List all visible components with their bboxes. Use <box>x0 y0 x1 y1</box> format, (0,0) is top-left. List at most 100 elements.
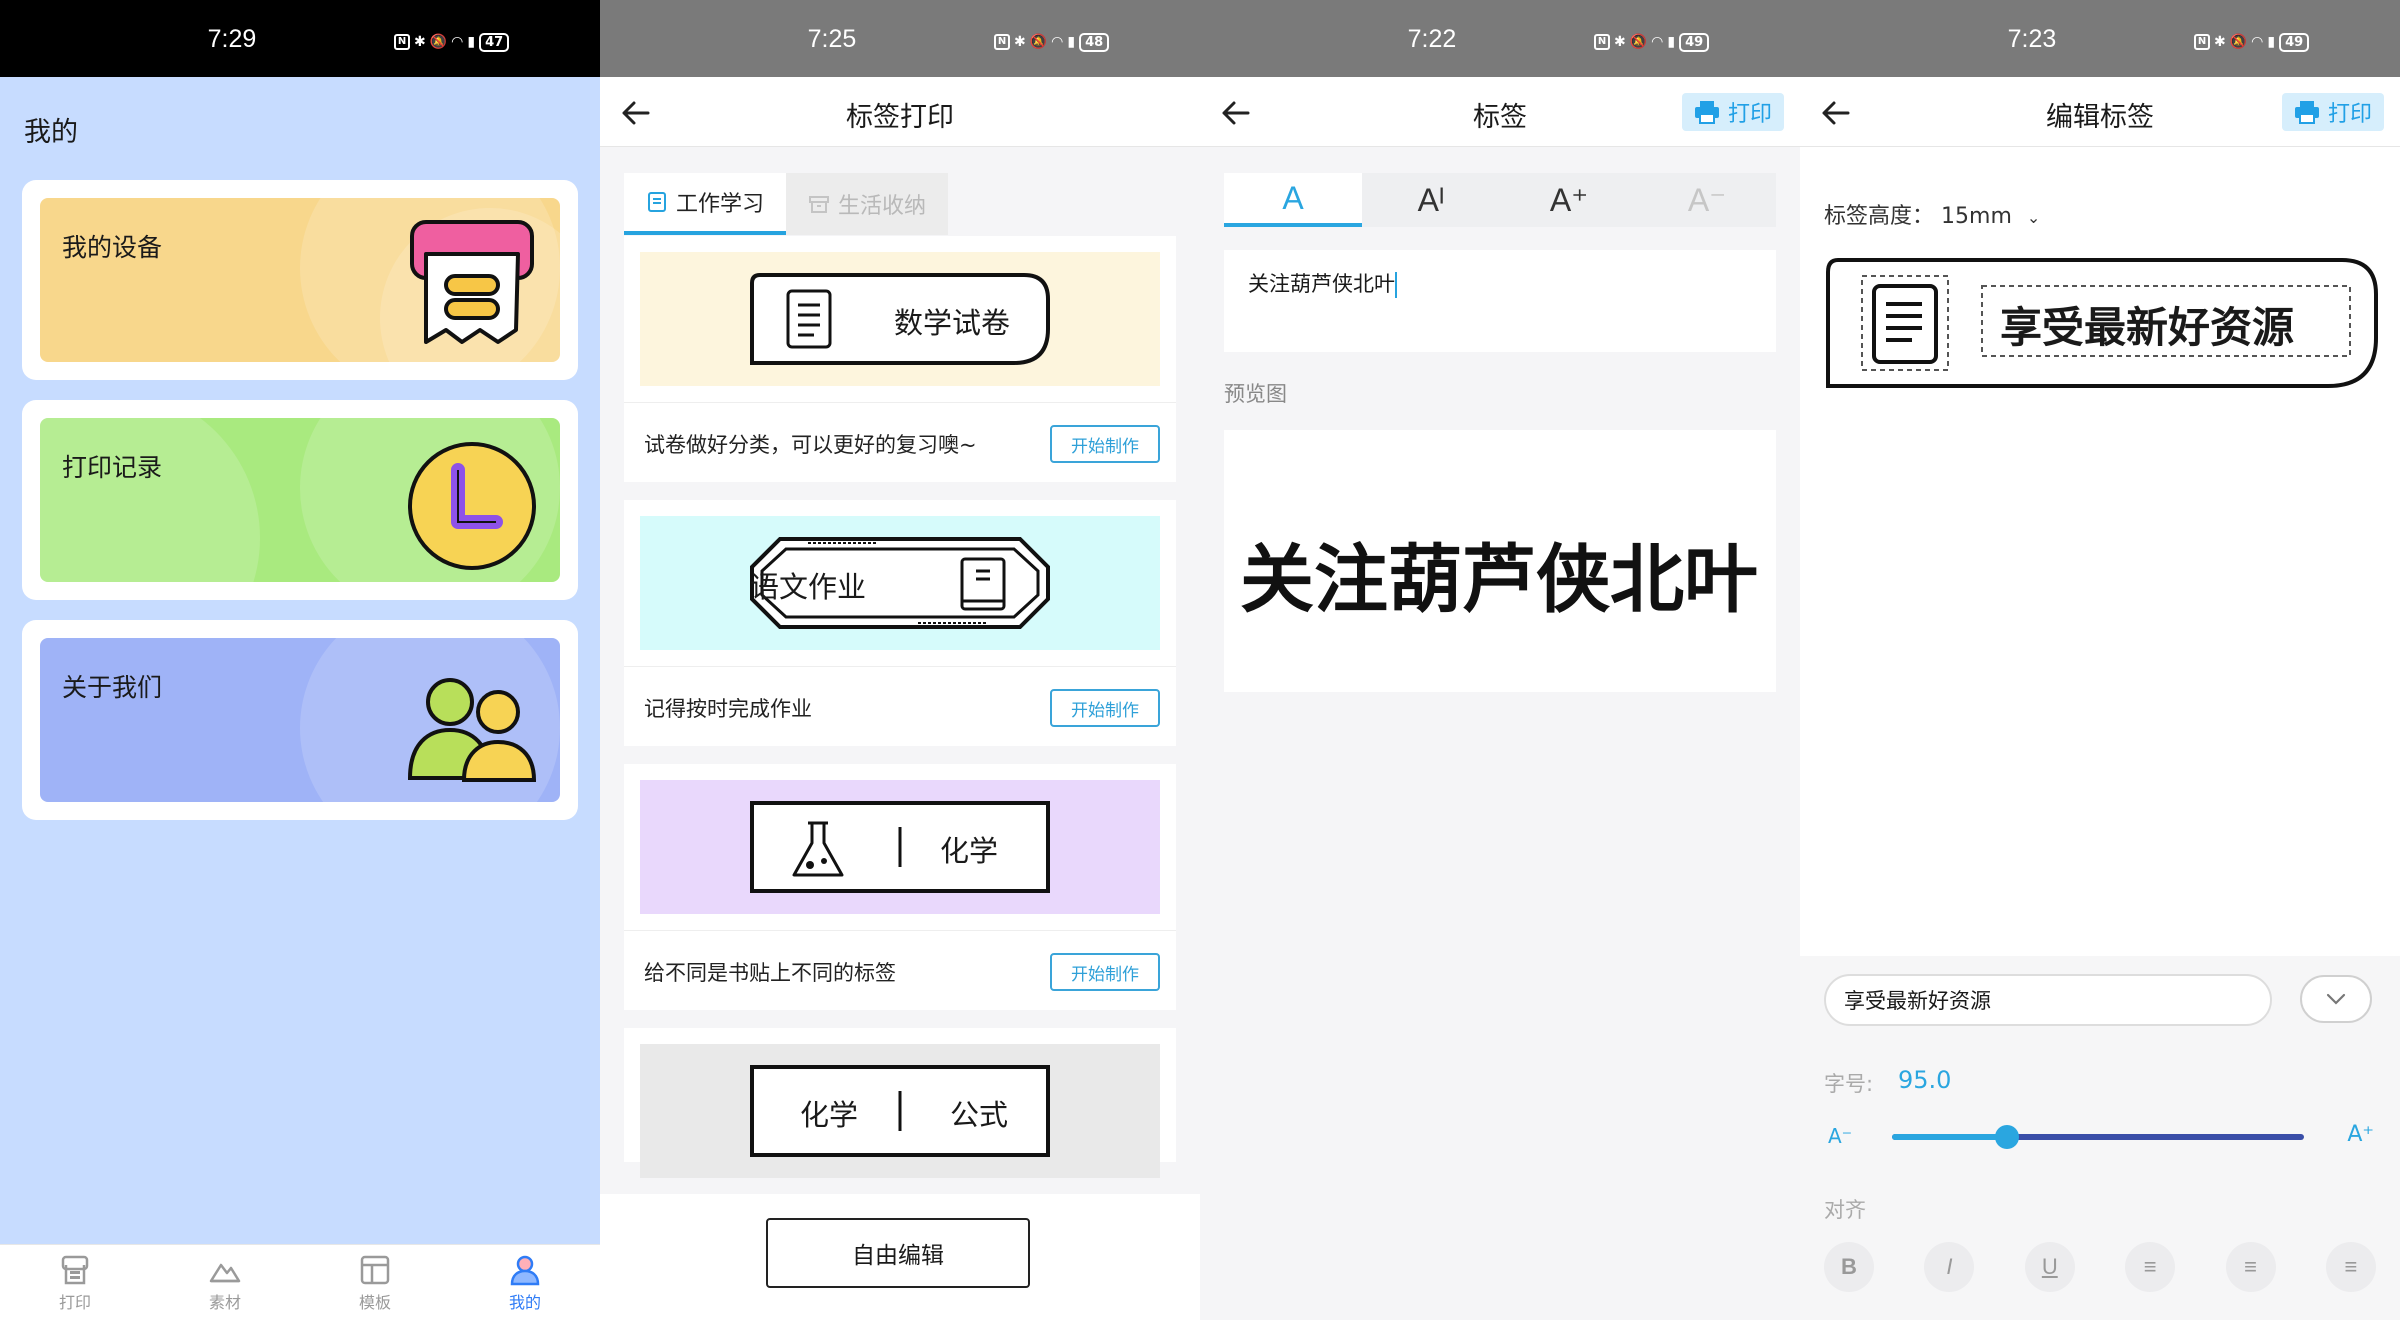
card-label: 关于我们 <box>62 673 163 702</box>
start-making-button[interactable]: 开始制作 <box>1050 689 1160 727</box>
tab-label: 我的 <box>508 1292 541 1312</box>
card-bg: 打印记录 <box>40 418 560 582</box>
nfc-icon: N <box>394 34 410 50</box>
template-text-right: 公式 <box>950 1098 1009 1132</box>
underline-button[interactable]: U <box>2024 1242 2075 1292</box>
align-left-button[interactable]: ≡ <box>2125 1242 2176 1292</box>
template-preview[interactable]: 化学 <box>640 780 1160 914</box>
nav-bar: 标签打印 <box>600 77 1200 147</box>
template-card: 化学 公式 <box>624 1028 1176 1178</box>
bluetooth-icon: ✱ <box>1614 34 1626 50</box>
battery-icon: 48 <box>1079 32 1110 52</box>
print-icon <box>61 1255 89 1284</box>
label-height-label: 标签高度： <box>1824 204 1935 229</box>
print-button[interactable]: 打印 <box>1681 93 1784 131</box>
wifi-icon: ◠ <box>1051 34 1064 50</box>
tab-label: 工作学习 <box>676 192 765 217</box>
font-italic-button[interactable]: Aᴵ <box>1362 173 1500 227</box>
tab-mine[interactable]: 我的 <box>450 1245 600 1320</box>
printer-receipt-icon <box>410 220 534 344</box>
tab-label: 模板 <box>358 1292 391 1312</box>
label-text-value: 关注葫芦侠北叶 <box>1248 272 1395 296</box>
print-label: 打印 <box>2327 102 2372 127</box>
slider-track[interactable] <box>1892 1125 2304 1149</box>
chevron-down-icon: ⌄ <box>2026 208 2041 227</box>
edit-controls: 享受最新好资源 字号: 95.0 A⁻ A⁺ 对齐 B I U ≡ ≡ ≡ <box>1800 956 2400 1320</box>
wifi-icon: ◠ <box>1651 34 1664 50</box>
page-title: 标签打印 <box>846 102 954 133</box>
free-edit-button[interactable]: 自由编辑 <box>766 1218 1030 1288</box>
person-icon <box>510 1255 540 1285</box>
preview-label: 预览图 <box>1224 382 1287 406</box>
card-label: 打印记录 <box>62 453 163 482</box>
label-text-screen: 7:22 N ✱ 🔕 ◠ ▮ 49 标签 打印 A Aᴵ A⁺ A⁻ 关注葫芦侠… <box>1200 0 1800 1320</box>
template-description: 记得按时完成作业 <box>644 697 812 721</box>
expand-button[interactable] <box>2300 975 2372 1023</box>
text-caret <box>1395 272 1397 298</box>
font-size-slider[interactable]: A⁻ A⁺ <box>1824 1116 2376 1156</box>
nfc-icon: N <box>1594 34 1610 50</box>
slider-thumb[interactable] <box>1995 1125 2020 1149</box>
template-footer: 记得按时完成作业 开始制作 <box>624 666 1176 746</box>
print-button[interactable]: 打印 <box>2281 93 2384 131</box>
card-bg: 关于我们 <box>40 638 560 802</box>
tab-print[interactable]: 打印 <box>0 1245 150 1320</box>
text-style-buttons: B I U ≡ ≡ ≡ <box>1824 1242 2376 1292</box>
tab-template[interactable]: 模板 <box>300 1245 450 1320</box>
font-style-button[interactable]: A <box>1224 173 1362 227</box>
bottom-tab-bar: 打印 素材 模板 我的 <box>0 1244 600 1320</box>
card-about-us[interactable]: 关于我们 <box>22 620 578 820</box>
status-bar: 7:25 N ✱ 🔕 ◠ ▮ 48 <box>600 0 1200 77</box>
template-text: 数学试卷 <box>894 306 1011 340</box>
battery-icon: 49 <box>1679 32 1710 52</box>
card-bg: 我的设备 <box>40 198 560 362</box>
nfc-icon: N <box>2194 34 2210 50</box>
label-text: 享受最新好资源 <box>2000 303 2295 352</box>
template-card: 化学 给不同是书贴上不同的标签 开始制作 <box>624 764 1176 1010</box>
label-canvas[interactable]: 享受最新好资源 <box>1824 256 2380 390</box>
italic-button[interactable]: I <box>1924 1242 1975 1292</box>
card-my-device[interactable]: 我的设备 <box>22 180 578 380</box>
template-card: 数学试卷 试卷做好分类，可以更好的复习噢~ 开始制作 <box>624 236 1176 482</box>
signal-icon: ▮ <box>2267 34 2276 50</box>
label-text-input[interactable]: 享受最新好资源 <box>1824 974 2272 1026</box>
preview-text: 关注葫芦侠北叶 <box>1240 537 1758 623</box>
align-label: 对齐 <box>1824 1198 1866 1222</box>
status-icons: N ✱ 🔕 ◠ ▮ 49 <box>2194 32 2310 52</box>
template-preview[interactable]: 语文作业 <box>640 516 1160 650</box>
tab-work-study[interactable]: 工作学习 <box>624 173 787 235</box>
preview-area: 关注葫芦侠北叶 <box>1224 430 1776 692</box>
profile-screen: 7:29 N ✱ 🔕 ◠ ▮ 47 我的 我的设备 打印记录 关于我们 打印 素… <box>0 0 600 1320</box>
font-increase-button[interactable]: A⁺ <box>1500 173 1638 227</box>
align-center-button[interactable]: ≡ <box>2225 1242 2276 1292</box>
signal-icon: ▮ <box>467 34 476 50</box>
align-right-button[interactable]: ≡ <box>2325 1242 2376 1292</box>
bold-button[interactable]: B <box>1824 1242 1874 1292</box>
mute-icon: 🔕 <box>1029 34 1048 50</box>
printer-icon <box>1694 101 1719 124</box>
battery-icon: 47 <box>479 32 510 52</box>
status-bar: 7:23 N ✱ 🔕 ◠ ▮ 49 <box>1800 0 2400 77</box>
tab-life-storage[interactable]: 生活收纳 <box>786 173 949 235</box>
slider-fill <box>1892 1134 2008 1140</box>
tab-label: 素材 <box>208 1292 241 1312</box>
start-making-button[interactable]: 开始制作 <box>1050 425 1160 463</box>
font-decrease-button[interactable]: A⁻ <box>1638 173 1776 227</box>
signal-icon: ▮ <box>1667 34 1676 50</box>
card-print-history[interactable]: 打印记录 <box>22 400 578 600</box>
start-making-button[interactable]: 开始制作 <box>1050 953 1160 991</box>
category-tabs: 工作学习 生活收纳 <box>624 173 949 235</box>
chevron-down-icon <box>2326 993 2346 1005</box>
template-footer: 给不同是书贴上不同的标签 开始制作 <box>624 930 1176 1010</box>
print-label: 打印 <box>1727 102 1772 127</box>
font-size-label: 字号: <box>1824 1072 1874 1096</box>
battery-icon: 49 <box>2279 32 2310 52</box>
label-height-selector[interactable]: 标签高度： 15mm ⌄ <box>1824 198 2040 230</box>
template-footer: 试卷做好分类，可以更好的复习噢~ 开始制作 <box>624 402 1176 482</box>
label-text-input[interactable]: 关注葫芦侠北叶 <box>1224 250 1776 352</box>
tab-material[interactable]: 素材 <box>150 1245 300 1320</box>
template-preview[interactable]: 数学试卷 <box>640 252 1160 386</box>
edit-label-screen: 7:23 N ✱ 🔕 ◠ ▮ 49 编辑标签 打印 标签高度： 15mm ⌄ 享… <box>1800 0 2400 1320</box>
font-size-value: 95.0 <box>1898 1066 1952 1094</box>
template-preview[interactable]: 化学 公式 <box>640 1044 1160 1178</box>
